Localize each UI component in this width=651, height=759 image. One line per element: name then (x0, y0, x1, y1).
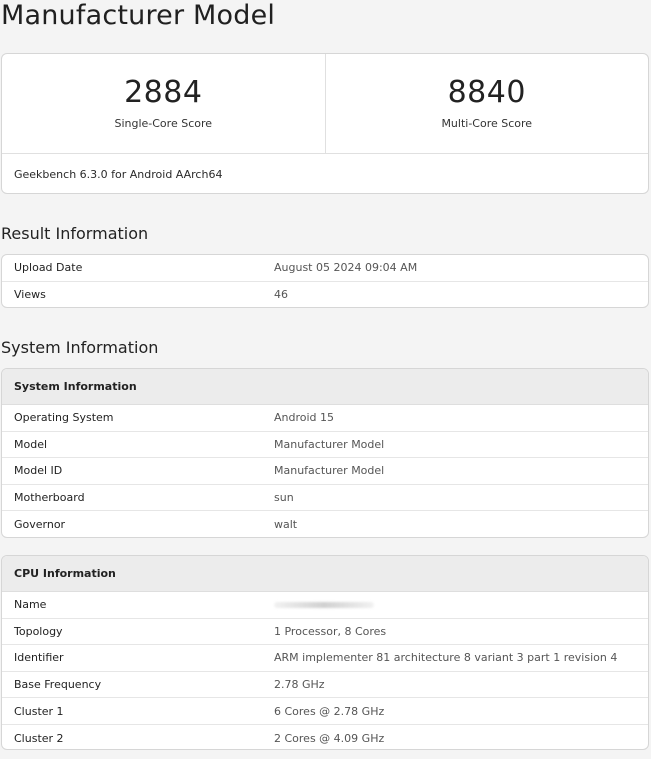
row-value: ARM implementer 81 architecture 8 varian… (274, 651, 618, 665)
single-core-score-value: 2884 (124, 75, 203, 110)
row-key: Topology (14, 624, 63, 638)
row-value: 46 (274, 288, 288, 302)
table-row: Name (2, 592, 648, 619)
redacted-cpu-name (274, 602, 374, 609)
row-value: sun (274, 491, 294, 505)
row-value: 1 Processor, 8 Cores (274, 624, 387, 638)
table-row: Operating System Android 15 (2, 405, 648, 432)
benchmark-version: Geekbench 6.3.0 for Android AArch64 (14, 168, 223, 181)
cpu-information-card: CPU Information Name Topology 1 Processo… (1, 555, 649, 750)
table-row: Governor walt (2, 511, 648, 537)
multi-core-score-value: 8840 (447, 75, 526, 110)
row-value: August 05 2024 09:04 AM (274, 261, 418, 275)
row-key: Identifier (14, 651, 64, 665)
row-key: Cluster 2 (14, 731, 64, 745)
page: Manufacturer Model 2884 Single-Core Scor… (0, 0, 651, 759)
row-key: Motherboard (14, 491, 85, 505)
system-information-heading: System Information (1, 338, 159, 357)
multi-core-score-cell: 8840 Multi-Core Score (324, 54, 649, 153)
row-key: Upload Date (14, 261, 83, 275)
table-row: Upload Date August 05 2024 09:04 AM (2, 255, 648, 282)
row-key: Base Frequency (14, 678, 102, 692)
table-row: Cluster 1 6 Cores @ 2.78 GHz (2, 698, 648, 725)
row-value: 2.78 GHz (274, 678, 325, 692)
score-row: 2884 Single-Core Score 8840 Multi-Core S… (2, 54, 648, 154)
cpu-card-title: CPU Information (2, 556, 648, 592)
row-value: walt (274, 518, 298, 532)
table-row: Model ID Manufacturer Model (2, 458, 648, 485)
row-value: 2 Cores @ 4.09 GHz (274, 731, 385, 745)
system-information-card: System Information Operating System Andr… (1, 368, 649, 538)
row-key: Model ID (14, 464, 63, 478)
table-row: Base Frequency 2.78 GHz (2, 672, 648, 699)
system-card-title: System Information (2, 369, 648, 405)
table-row: Views 46 (2, 282, 648, 307)
result-information-heading: Result Information (1, 224, 149, 243)
row-value: 6 Cores @ 2.78 GHz (274, 704, 385, 718)
row-key: Operating System (14, 411, 114, 425)
table-row: Identifier ARM implementer 81 architectu… (2, 645, 648, 672)
table-row: Topology 1 Processor, 8 Cores (2, 619, 648, 646)
row-value: Manufacturer Model (274, 464, 385, 478)
table-row: Motherboard sun (2, 485, 648, 512)
row-value: Android 15 (274, 411, 335, 425)
table-row: Model Manufacturer Model (2, 432, 648, 459)
result-information-card: Upload Date August 05 2024 09:04 AM View… (1, 254, 649, 308)
row-key: Cluster 1 (14, 704, 64, 718)
row-value (262, 598, 648, 611)
row-key: Name (14, 598, 47, 612)
table-row: Cluster 2 2 Cores @ 4.09 GHz (2, 725, 648, 749)
row-key: Model (14, 437, 48, 451)
row-key: Views (14, 288, 46, 302)
score-card: 2884 Single-Core Score 8840 Multi-Core S… (1, 53, 649, 194)
single-core-score-label: Single-Core Score (114, 117, 213, 130)
multi-core-score-label: Multi-Core Score (441, 117, 533, 130)
page-title: Manufacturer Model (1, 0, 276, 31)
row-key: Governor (14, 518, 66, 532)
single-core-score-cell: 2884 Single-Core Score (2, 54, 325, 153)
row-value: Manufacturer Model (274, 437, 385, 451)
